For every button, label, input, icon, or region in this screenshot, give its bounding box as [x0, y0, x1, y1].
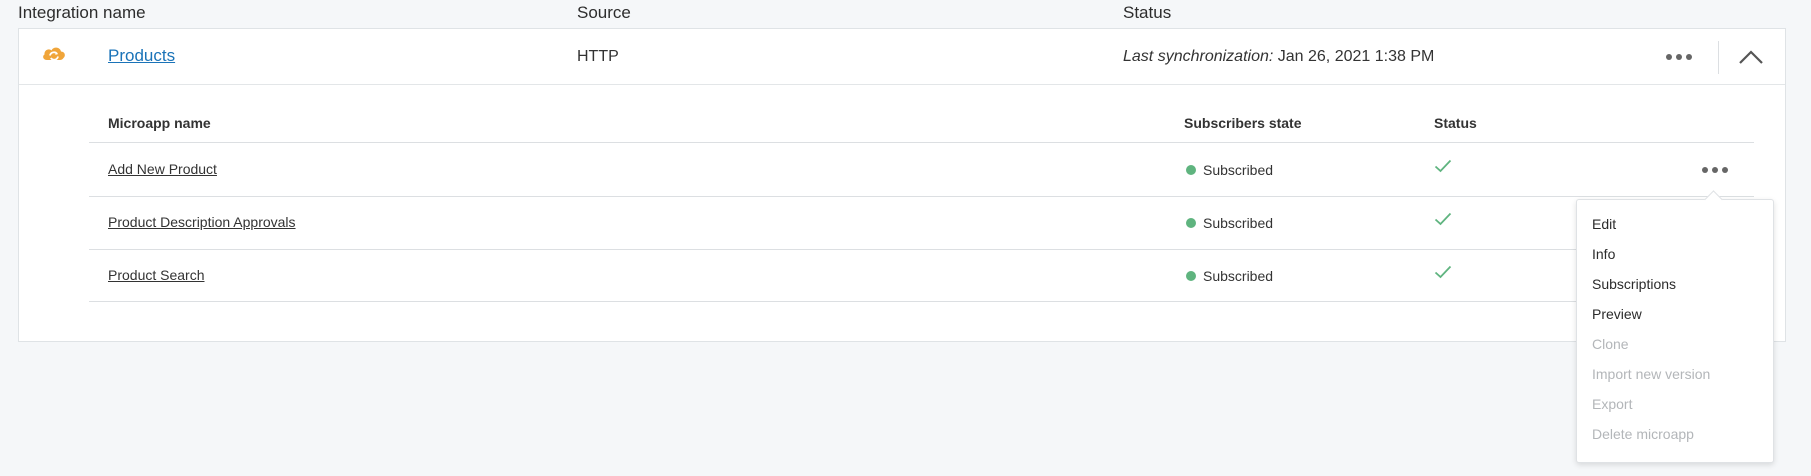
- integration-source: HTTP: [577, 48, 619, 65]
- menu-item-edit[interactable]: Edit: [1592, 216, 1616, 232]
- menu-item-clone: Clone: [1592, 336, 1629, 352]
- last-sync-status: Last synchronization: Jan 26, 2021 1:38 …: [1123, 48, 1434, 66]
- action-divider: [1718, 41, 1719, 74]
- subscribed-dot: [1186, 165, 1196, 175]
- integration-name-link[interactable]: Products: [108, 46, 175, 66]
- integration-card: [18, 28, 1786, 342]
- integration-more-button[interactable]: [1666, 54, 1692, 60]
- integration-row-divider: [19, 84, 1785, 85]
- menu-item-info[interactable]: Info: [1592, 246, 1615, 262]
- microapp-link-product-description-approvals[interactable]: Product Description Approvals: [108, 214, 296, 230]
- last-sync-label: Last synchronization:: [1123, 48, 1274, 65]
- microapp-actions-menu: Edit Info Subscriptions Preview Clone Im…: [1576, 199, 1774, 463]
- table-header-divider: [89, 142, 1754, 143]
- microapp-link-add-new-product[interactable]: Add New Product: [108, 161, 217, 177]
- menu-item-subscriptions[interactable]: Subscriptions: [1592, 276, 1676, 292]
- row-divider: [89, 196, 1754, 197]
- microapp-more-button[interactable]: [1702, 167, 1728, 173]
- microapp-link-product-search[interactable]: Product Search: [108, 267, 205, 283]
- collapse-chevron-icon[interactable]: [1738, 49, 1764, 70]
- check-icon: [1434, 159, 1452, 173]
- subscribed-dot: [1186, 218, 1196, 228]
- menu-item-export: Export: [1592, 396, 1633, 412]
- column-header-integration-name: Integration name: [18, 3, 146, 22]
- check-icon: [1434, 265, 1452, 279]
- menu-item-import-new-version: Import new version: [1592, 366, 1711, 382]
- check-icon: [1434, 212, 1452, 226]
- last-sync-value: Jan 26, 2021 1:38 PM: [1277, 48, 1435, 65]
- microapp-header-subscribers-state: Subscribers state: [1184, 115, 1302, 131]
- column-header-source: Source: [577, 3, 631, 22]
- row-divider: [89, 301, 1754, 302]
- subscription-state: Subscribed: [1186, 162, 1273, 178]
- menu-item-delete-microapp: Delete microapp: [1592, 426, 1694, 442]
- subscribed-dot: [1186, 271, 1196, 281]
- subscription-state: Subscribed: [1186, 215, 1273, 231]
- subscription-state: Subscribed: [1186, 268, 1273, 284]
- row-divider: [89, 249, 1754, 250]
- microapp-header-name: Microapp name: [108, 115, 211, 131]
- cloud-sync-icon: [41, 44, 67, 69]
- menu-item-preview[interactable]: Preview: [1592, 306, 1642, 322]
- column-header-status: Status: [1123, 3, 1172, 22]
- microapp-header-status: Status: [1434, 115, 1477, 131]
